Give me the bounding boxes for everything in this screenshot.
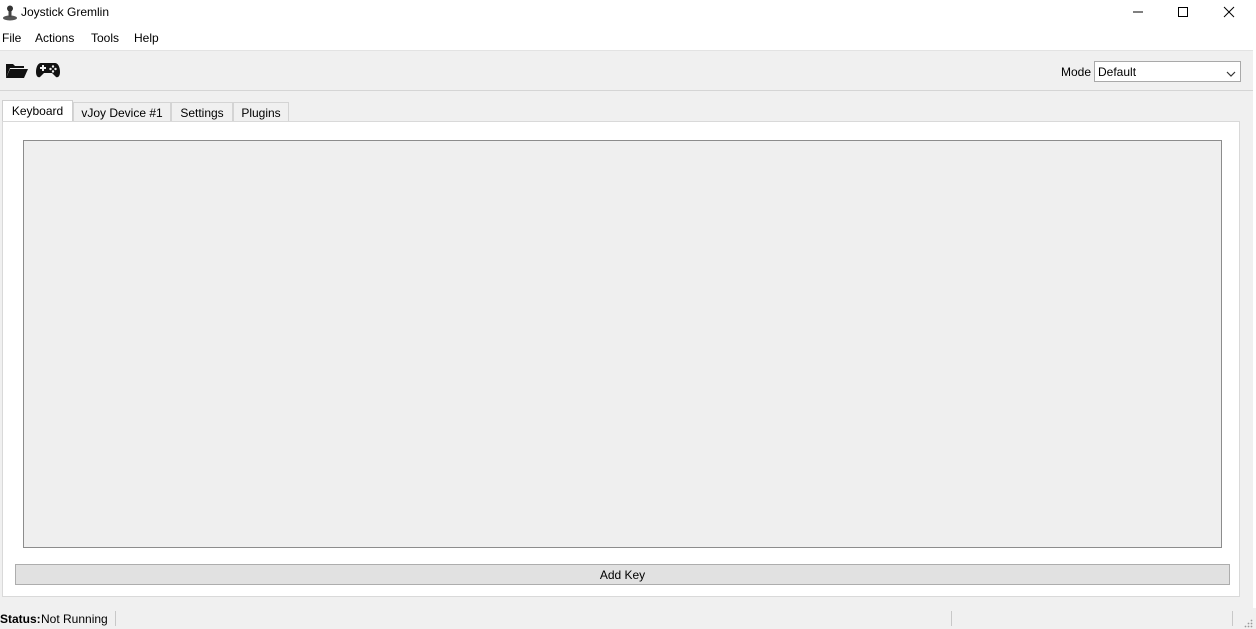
open-profile-button[interactable]	[4, 59, 30, 83]
maximize-icon	[1177, 6, 1189, 21]
toolbar: Mode Default	[0, 50, 1256, 91]
tab-keyboard[interactable]: Keyboard	[2, 100, 73, 123]
status-label: Status:	[0, 612, 41, 626]
title-bar: Joystick Gremlin	[0, 0, 1256, 26]
status-separator	[1232, 611, 1233, 626]
resize-grip-icon[interactable]	[1243, 617, 1253, 628]
close-icon	[1223, 6, 1235, 21]
menu-actions[interactable]: Actions	[33, 31, 76, 45]
devices-button[interactable]	[35, 59, 61, 83]
key-list[interactable]	[23, 140, 1222, 548]
main-area: Keyboard vJoy Device #1 Settings Plugins…	[0, 91, 1256, 608]
joystick-app-icon	[2, 5, 18, 21]
menu-tools[interactable]: Tools	[89, 31, 121, 45]
add-key-button[interactable]: Add Key	[15, 564, 1230, 585]
status-bar: Status: Not Running	[0, 608, 1256, 629]
open-folder-icon	[5, 61, 29, 82]
status-separator	[951, 611, 952, 626]
maximize-button[interactable]	[1160, 0, 1206, 26]
tab-vjoy-device-1[interactable]: vJoy Device #1	[73, 102, 171, 122]
status-value: Not Running	[41, 612, 108, 626]
mode-select[interactable]: Default	[1094, 61, 1241, 82]
mode-select-value: Default	[1098, 65, 1137, 79]
window-title: Joystick Gremlin	[21, 5, 110, 19]
keyboard-tab-panel: Add Key	[2, 121, 1240, 597]
tab-plugins[interactable]: Plugins	[233, 102, 289, 122]
gamepad-icon	[35, 61, 61, 82]
chevron-down-icon	[1226, 67, 1236, 81]
menu-help[interactable]: Help	[132, 31, 161, 45]
menu-bar: File Actions Tools Help	[0, 27, 1256, 49]
tab-settings[interactable]: Settings	[171, 102, 233, 122]
mode-label: Mode	[1061, 65, 1092, 79]
minimize-icon	[1132, 6, 1144, 21]
menu-file[interactable]: File	[0, 31, 23, 45]
minimize-button[interactable]	[1115, 0, 1161, 26]
close-button[interactable]	[1206, 0, 1252, 26]
status-separator	[115, 611, 116, 626]
